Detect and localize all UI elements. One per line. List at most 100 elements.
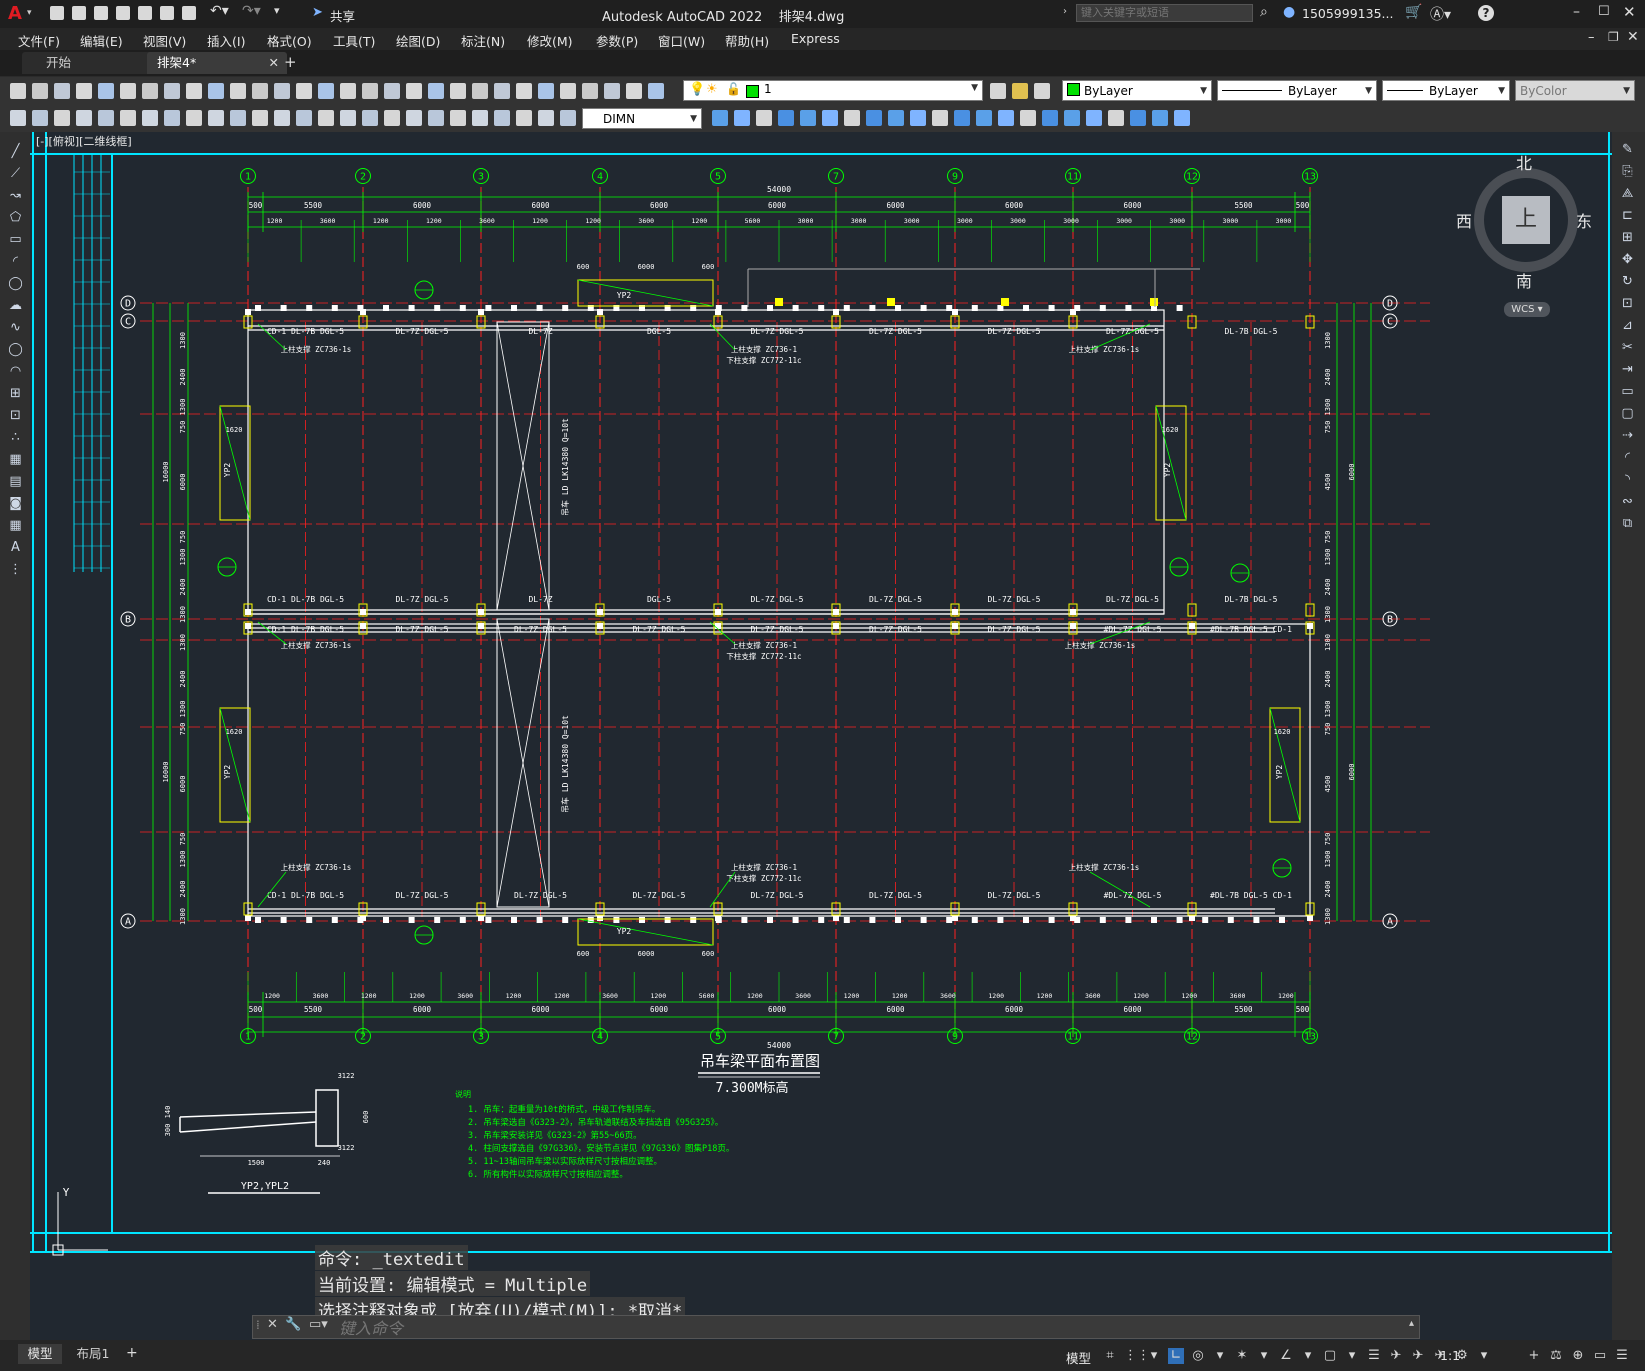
- standard-tool-icon-7[interactable]: [142, 83, 158, 99]
- status-toggle-icon-22[interactable]: ▭: [1592, 1348, 1608, 1364]
- save-web-icon[interactable]: [160, 6, 174, 20]
- tab-close-icon[interactable]: ✕: [269, 52, 279, 74]
- modify2-tool-icon-14[interactable]: [998, 110, 1014, 126]
- status-toggle-icon-23[interactable]: ☰: [1614, 1348, 1630, 1364]
- standard-tool-icon-18[interactable]: [384, 83, 400, 99]
- dimension-tool-icon-18[interactable]: [384, 110, 400, 126]
- user-icon[interactable]: ●: [1283, 4, 1295, 20]
- command-close-icon[interactable]: ✕: [267, 1317, 278, 1332]
- status-toggle-icon-17[interactable]: ⚙: [1454, 1348, 1470, 1364]
- layer-tool-icon-3[interactable]: [1034, 83, 1050, 99]
- standard-tool-icon-27[interactable]: [582, 83, 598, 99]
- user-name[interactable]: 1505999135...: [1302, 6, 1393, 21]
- modify-tool-icon-18[interactable]: ⧉: [1620, 516, 1635, 531]
- modify2-tool-icon-2[interactable]: [734, 110, 750, 126]
- standard-tool-icon-17[interactable]: [362, 83, 378, 99]
- search-icon[interactable]: ⌕: [1260, 4, 1268, 20]
- standard-tool-icon-25[interactable]: [538, 83, 554, 99]
- modify-tool-icon-15[interactable]: ◜: [1620, 450, 1635, 465]
- status-toggle-icon-18[interactable]: ▾: [1476, 1348, 1492, 1364]
- app-menu-chevron-icon[interactable]: ▾: [27, 8, 32, 18]
- status-toggle-icon-2[interactable]: ⋮⋮: [1124, 1348, 1150, 1364]
- cad-drawing[interactable]: 5005005500550060006000600060006000600060…: [30, 132, 1612, 1340]
- standard-tool-icon-16[interactable]: [340, 83, 356, 99]
- viewcube-south[interactable]: 南: [1516, 268, 1532, 292]
- modify2-tool-icon-10[interactable]: [910, 110, 926, 126]
- standard-tool-icon-28[interactable]: [604, 83, 620, 99]
- status-toggle-icon-14[interactable]: ✈: [1388, 1348, 1404, 1364]
- standard-tool-icon-11[interactable]: [230, 83, 246, 99]
- modify2-tool-icon-15[interactable]: [1020, 110, 1036, 126]
- dimension-tool-icon-6[interactable]: [120, 110, 136, 126]
- draw-tool-icon-7[interactable]: ◯: [8, 276, 23, 291]
- maximize-icon[interactable]: ☐: [1598, 4, 1610, 19]
- drawing-canvas[interactable]: 500 500 5500 5500 6000 6000 6000 6000 6000 6000 60…: [30, 132, 1612, 1340]
- dimension-tool-icon-19[interactable]: [406, 110, 422, 126]
- draw-tool-icon-16[interactable]: ▤: [8, 474, 23, 489]
- menu-edit[interactable]: 编辑(E): [80, 31, 123, 50]
- model-space-button[interactable]: 模型: [1066, 1348, 1091, 1367]
- status-toggle-icon-10[interactable]: ▾: [1300, 1348, 1316, 1364]
- modify2-tool-icon-22[interactable]: [1174, 110, 1190, 126]
- dimension-tool-icon-14[interactable]: [296, 110, 312, 126]
- menu-modify[interactable]: 修改(M): [527, 31, 573, 50]
- modify2-tool-icon-9[interactable]: [888, 110, 904, 126]
- dimension-tool-icon-20[interactable]: [428, 110, 444, 126]
- menu-format[interactable]: 格式(O): [267, 31, 312, 50]
- dimension-tool-icon-13[interactable]: [274, 110, 290, 126]
- layout-tab-model[interactable]: 模型: [18, 1344, 62, 1364]
- share-button[interactable]: 共享: [330, 6, 355, 25]
- viewcube[interactable]: 上 北 南 西 东: [1456, 154, 1592, 291]
- standard-tool-icon-15[interactable]: [318, 83, 334, 99]
- draw-tool-icon-4[interactable]: ⬠: [8, 210, 23, 225]
- modify-tool-icon-9[interactable]: ⊿: [1620, 318, 1635, 333]
- modify2-tool-icon-12[interactable]: [954, 110, 970, 126]
- doc-close-icon[interactable]: ✕: [1627, 29, 1639, 45]
- modify2-tool-icon-21[interactable]: [1152, 110, 1168, 126]
- dimension-tool-icon-3[interactable]: [54, 110, 70, 126]
- modify2-tool-icon-4[interactable]: [778, 110, 794, 126]
- layer-tool-icon-2[interactable]: [1012, 83, 1028, 99]
- modify-tool-icon-12[interactable]: ▭: [1620, 384, 1635, 399]
- command-customize-icon[interactable]: 🔧: [285, 1317, 301, 1332]
- dimension-tool-icon-21[interactable]: [450, 110, 466, 126]
- status-toggle-icon-4[interactable]: ∟: [1168, 1348, 1184, 1364]
- modify2-tool-icon-5[interactable]: [800, 110, 816, 126]
- command-recent-icon[interactable]: ▭▾: [309, 1317, 328, 1332]
- linetype-combo[interactable]: ByLayer ▼: [1217, 80, 1377, 101]
- status-toggle-icon-20[interactable]: ⚖: [1548, 1348, 1564, 1364]
- standard-tool-icon-14[interactable]: [296, 83, 312, 99]
- standard-tool-icon-6[interactable]: [120, 83, 136, 99]
- command-scroll-icon[interactable]: ▴: [1409, 1318, 1414, 1329]
- modify-tool-icon-4[interactable]: ⊏: [1620, 208, 1635, 223]
- dimension-tool-icon-12[interactable]: [252, 110, 268, 126]
- plotstyle-combo[interactable]: ByColor ▼: [1515, 80, 1635, 101]
- standard-tool-icon-29[interactable]: [626, 83, 642, 99]
- draw-tool-icon-1[interactable]: ╱: [8, 144, 23, 159]
- dimension-tool-icon-5[interactable]: [98, 110, 114, 126]
- modify-tool-icon-17[interactable]: ∾: [1620, 494, 1635, 509]
- share-icon[interactable]: ➤: [312, 5, 323, 20]
- help-icon[interactable]: ?: [1478, 5, 1494, 21]
- saveas-icon[interactable]: [116, 6, 130, 20]
- dimension-tool-icon-25[interactable]: [538, 110, 554, 126]
- draw-tool-icon-19[interactable]: A: [8, 540, 23, 555]
- modify2-tool-icon-19[interactable]: [1108, 110, 1124, 126]
- status-toggle-icon-11[interactable]: ▢: [1322, 1348, 1338, 1364]
- modify2-tool-icon-20[interactable]: [1130, 110, 1146, 126]
- modify2-tool-icon-3[interactable]: [756, 110, 772, 126]
- status-toggle-icon-7[interactable]: ✶: [1234, 1348, 1250, 1364]
- modify2-tool-icon-17[interactable]: [1064, 110, 1080, 126]
- draw-tool-icon-11[interactable]: ◠: [8, 364, 23, 379]
- draw-tool-icon-13[interactable]: ⊡: [8, 408, 23, 423]
- autocad-logo-icon[interactable]: A: [8, 3, 22, 24]
- menu-insert[interactable]: 插入(I): [207, 31, 245, 50]
- modify2-tool-icon-18[interactable]: [1086, 110, 1102, 126]
- search-input[interactable]: [1076, 4, 1253, 22]
- standard-tool-icon-13[interactable]: [274, 83, 290, 99]
- dimension-tool-icon-26[interactable]: [560, 110, 576, 126]
- draw-tool-icon-5[interactable]: ▭: [8, 232, 23, 247]
- status-toggle-icon-12[interactable]: ▾: [1344, 1348, 1360, 1364]
- modify2-tool-icon-6[interactable]: [822, 110, 838, 126]
- modify-tool-icon-2[interactable]: ⎘: [1620, 164, 1635, 179]
